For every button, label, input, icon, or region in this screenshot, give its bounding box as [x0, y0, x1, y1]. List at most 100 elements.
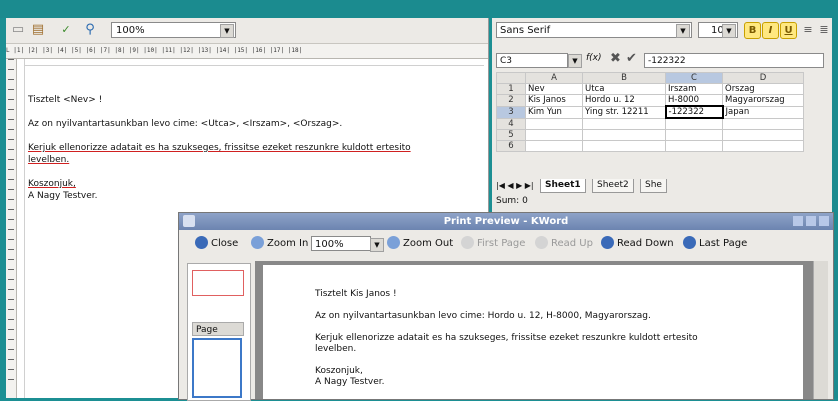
cell[interactable] — [722, 140, 804, 152]
column-header-d[interactable]: D — [722, 72, 804, 84]
horizontal-ruler[interactable]: L |1| |2| |3| |4| |5| |6| |7| |8| |9| |1… — [6, 44, 488, 59]
font-size-combo[interactable]: 10 ▼ — [698, 22, 738, 38]
font-name: Sans Serif — [500, 25, 551, 36]
new-document-icon[interactable]: ▭ — [10, 22, 26, 38]
cell[interactable]: Ying str. 12211 — [582, 105, 666, 119]
minimize-icon[interactable] — [793, 216, 803, 226]
zoom-in-icon — [251, 236, 264, 249]
column-header-b[interactable]: B — [582, 72, 666, 84]
spreadsheet-grid[interactable]: A B C D 1 Nev Utca Irszam Orszag 2 Kis J… — [496, 72, 804, 152]
read-up-button[interactable]: Read Up — [535, 231, 593, 256]
spellcheck-icon[interactable]: ✓ — [58, 22, 74, 38]
paste-icon[interactable]: ▤ — [30, 22, 46, 38]
underline-button[interactable]: U — [780, 22, 797, 39]
cell[interactable]: Irszam — [665, 83, 723, 95]
cell[interactable] — [582, 117, 666, 130]
cell-reference-field[interactable]: C3 — [496, 53, 568, 68]
zoom-out-label: Zoom Out — [403, 238, 454, 249]
cell[interactable] — [665, 117, 723, 130]
doc-line-thanks: Koszonjuk, — [28, 179, 76, 189]
cell[interactable]: H-8000 — [665, 94, 723, 107]
cell[interactable]: Utca — [582, 83, 666, 95]
bold-button[interactable]: B — [744, 22, 761, 39]
page-thumbnails[interactable]: Page — [187, 263, 251, 401]
page-label: Page — [192, 322, 244, 336]
last-page-button[interactable]: Last Page — [683, 231, 747, 256]
cell[interactable]: Nev — [525, 83, 583, 95]
preview-zoom-combo[interactable]: 100% ▼ — [311, 236, 384, 252]
zoom-combo[interactable]: 100% ▼ — [111, 22, 236, 38]
row-header[interactable]: 5 — [496, 129, 526, 141]
sheet-tabs: |◀ ◀ ▶ ▶| Sheet1 Sheet2 She — [496, 179, 796, 193]
tab-sheet1[interactable]: Sheet1 — [540, 179, 586, 193]
vertical-ruler[interactable] — [6, 59, 17, 398]
active-cell[interactable]: -122322 — [664, 105, 724, 119]
vertical-scrollbar[interactable] — [813, 261, 828, 399]
doc-line-greeting: Tisztelt <Nev> ! — [28, 95, 103, 105]
chevron-down-icon[interactable]: ▼ — [370, 238, 384, 252]
cell[interactable] — [665, 129, 723, 141]
preview-view-area[interactable]: Tisztelt Kis Janos ! Az on nyilvantartas… — [255, 261, 813, 399]
page-line-address: Az on nyilvantartasunkban levo cime: Hor… — [315, 311, 651, 321]
document-text[interactable]: Tisztelt <Nev> ! Az on nyilvantartasunkb… — [28, 68, 483, 202]
cell[interactable] — [722, 117, 804, 130]
cell[interactable] — [665, 140, 723, 152]
cell[interactable] — [582, 129, 666, 141]
zoom-in-button[interactable]: Zoom In — [251, 231, 308, 256]
row-header[interactable]: 2 — [496, 94, 526, 107]
page-line-request-cont: levelben. — [315, 344, 357, 354]
close-window-icon[interactable] — [819, 216, 829, 226]
cancel-icon[interactable]: ✖ — [610, 51, 621, 66]
find-icon[interactable]: ⚲ — [82, 22, 98, 38]
page-line-request: Kerjuk ellenorizze adatait es ha szukseg… — [315, 333, 698, 343]
column-header-a[interactable]: A — [525, 72, 583, 84]
align-center-icon[interactable]: ≣ — [816, 22, 832, 38]
row-header[interactable]: 4 — [496, 117, 526, 130]
cell[interactable]: Orszag — [722, 83, 804, 95]
tab-sheet3[interactable]: She — [640, 179, 667, 193]
italic-button[interactable]: I — [762, 22, 779, 39]
maximize-icon[interactable] — [806, 216, 816, 226]
tab-nav-icon[interactable]: |◀ ◀ ▶ ▶| — [496, 179, 534, 192]
first-page-button[interactable]: First Page — [461, 231, 525, 256]
cell[interactable]: Hordo u. 12 — [582, 94, 666, 107]
chevron-down-icon[interactable]: ▼ — [568, 54, 582, 68]
cell[interactable] — [525, 140, 583, 152]
font-combo[interactable]: Sans Serif ▼ — [496, 22, 692, 38]
chevron-down-icon[interactable]: ▼ — [220, 24, 234, 38]
page-thumbnail[interactable] — [192, 270, 244, 296]
page-thumbnail-selected[interactable] — [192, 338, 242, 398]
zoom-out-button[interactable]: Zoom Out — [387, 231, 453, 256]
row-header[interactable]: 1 — [496, 83, 526, 95]
read-up-icon — [535, 236, 548, 249]
column-header-c[interactable]: C — [665, 72, 723, 84]
cell[interactable]: Japan — [722, 105, 804, 119]
read-down-button[interactable]: Read Down — [601, 231, 674, 256]
close-button[interactable]: Close — [195, 231, 238, 256]
cell[interactable]: Kim Yun — [525, 105, 583, 119]
chevron-down-icon[interactable]: ▼ — [676, 24, 690, 38]
page-line-signature: A Nagy Testver. — [315, 377, 385, 387]
doc-line-address: Az on nyilvantartasunkban levo cime: <Ut… — [28, 119, 343, 129]
page-top-line — [24, 65, 484, 66]
cell[interactable] — [582, 140, 666, 152]
cell[interactable]: Kis Janos — [525, 94, 583, 107]
formula-input[interactable]: -122322 — [644, 53, 824, 68]
preview-zoom-value: 100% — [315, 239, 344, 250]
row-header[interactable]: 6 — [496, 140, 526, 152]
function-icon[interactable]: f(x) — [586, 53, 602, 63]
cell[interactable]: Magyarorszag — [722, 94, 804, 107]
page-line-thanks: Koszonjuk, — [315, 366, 363, 376]
tab-sheet2[interactable]: Sheet2 — [592, 179, 634, 193]
corner-cell[interactable] — [496, 72, 526, 84]
chevron-down-icon[interactable]: ▼ — [722, 24, 736, 38]
accept-icon[interactable]: ✔ — [626, 51, 637, 66]
window-title[interactable]: Print Preview - KWord — [179, 213, 833, 230]
close-label: Close — [211, 238, 239, 249]
row-header[interactable]: 3 — [496, 105, 526, 119]
align-left-icon[interactable]: ≡ — [800, 22, 816, 38]
cell[interactable] — [722, 129, 804, 141]
cell[interactable] — [525, 117, 583, 130]
app-icon — [183, 215, 195, 227]
cell[interactable] — [525, 129, 583, 141]
